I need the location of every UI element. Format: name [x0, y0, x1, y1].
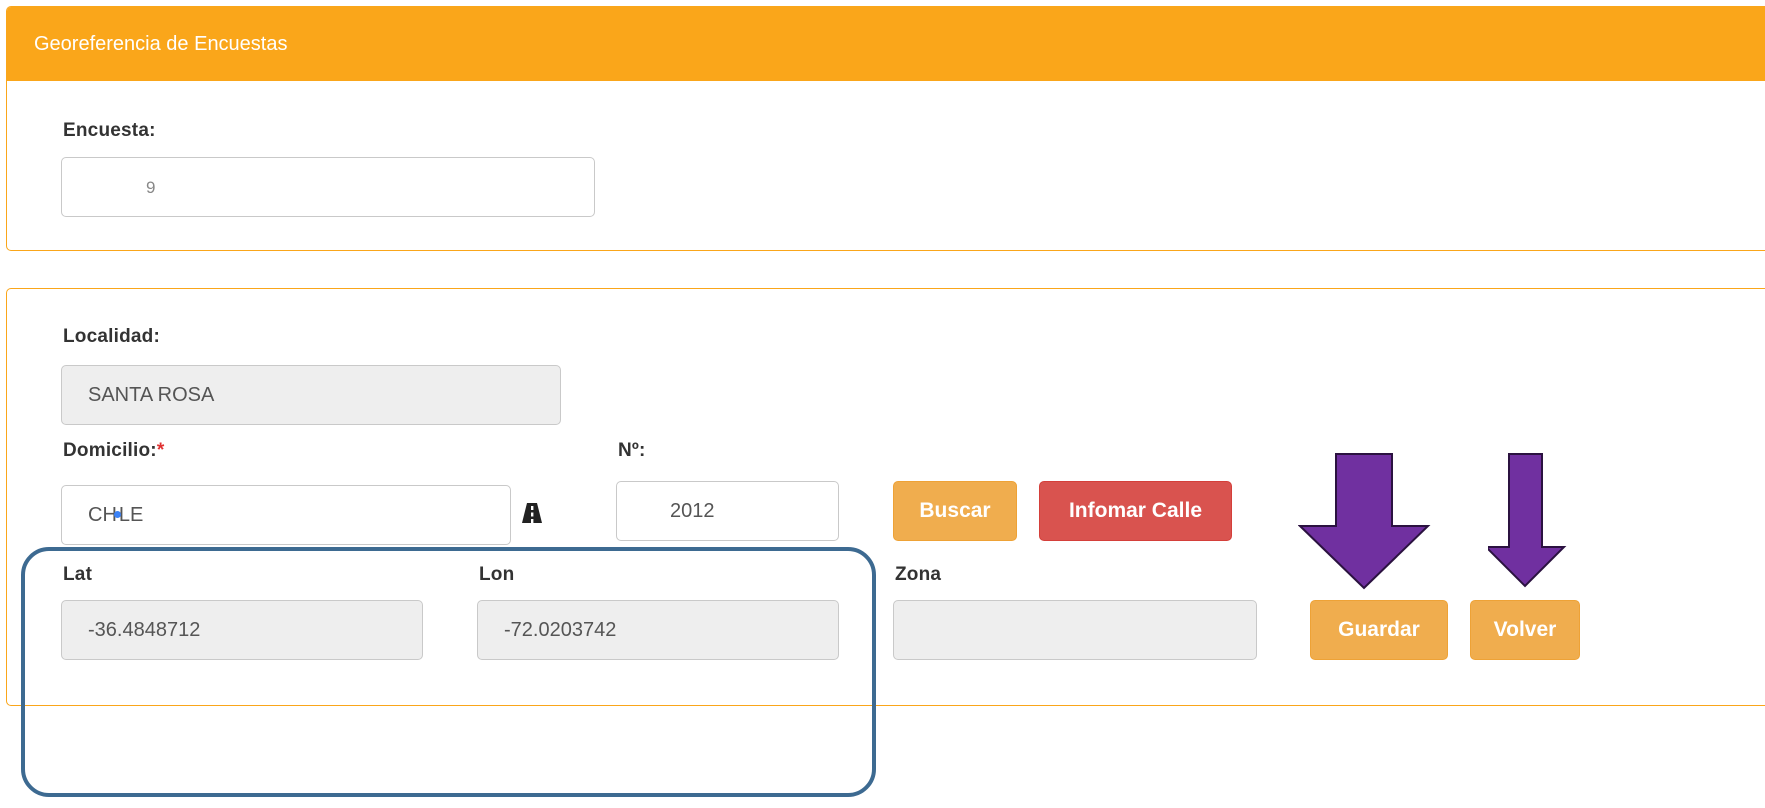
- arrow-down-icon: [1298, 453, 1431, 590]
- domicilio-label-text: Domicilio:: [63, 440, 157, 461]
- numero-value: 2012: [670, 500, 715, 522]
- buscar-button[interactable]: Buscar: [893, 481, 1017, 541]
- localidad-value: SANTA ROSA: [88, 384, 215, 406]
- encuesta-field[interactable]: 9: [61, 157, 595, 217]
- guardar-button[interactable]: Guardar: [1310, 600, 1448, 660]
- domicilio-value-end: LE: [118, 504, 144, 526]
- domicilio-label: Domicilio:*: [63, 440, 164, 462]
- encuesta-label: Encuesta:: [63, 120, 156, 141]
- numero-label: Nº:: [618, 440, 646, 461]
- encuesta-value: 9: [146, 178, 156, 197]
- volver-button[interactable]: Volver: [1470, 600, 1580, 660]
- zona-field[interactable]: [893, 600, 1257, 660]
- localidad-label: Localidad:: [63, 326, 161, 347]
- zona-label: Zona: [895, 564, 942, 585]
- arrow-down-icon: [1488, 453, 1567, 588]
- road-icon[interactable]: [521, 502, 543, 524]
- numero-field[interactable]: 2012: [616, 481, 839, 541]
- coordinates-highlight-box: [21, 547, 876, 797]
- panel-title: Georeferencia de Encuestas: [7, 7, 1765, 81]
- informar-calle-button[interactable]: Infomar Calle: [1039, 481, 1232, 541]
- localidad-field[interactable]: SANTA ROSA: [61, 365, 561, 425]
- domicilio-field[interactable]: CH LE: [61, 485, 511, 545]
- domicilio-value-start: CH: [88, 504, 117, 526]
- required-marker: *: [156, 440, 165, 461]
